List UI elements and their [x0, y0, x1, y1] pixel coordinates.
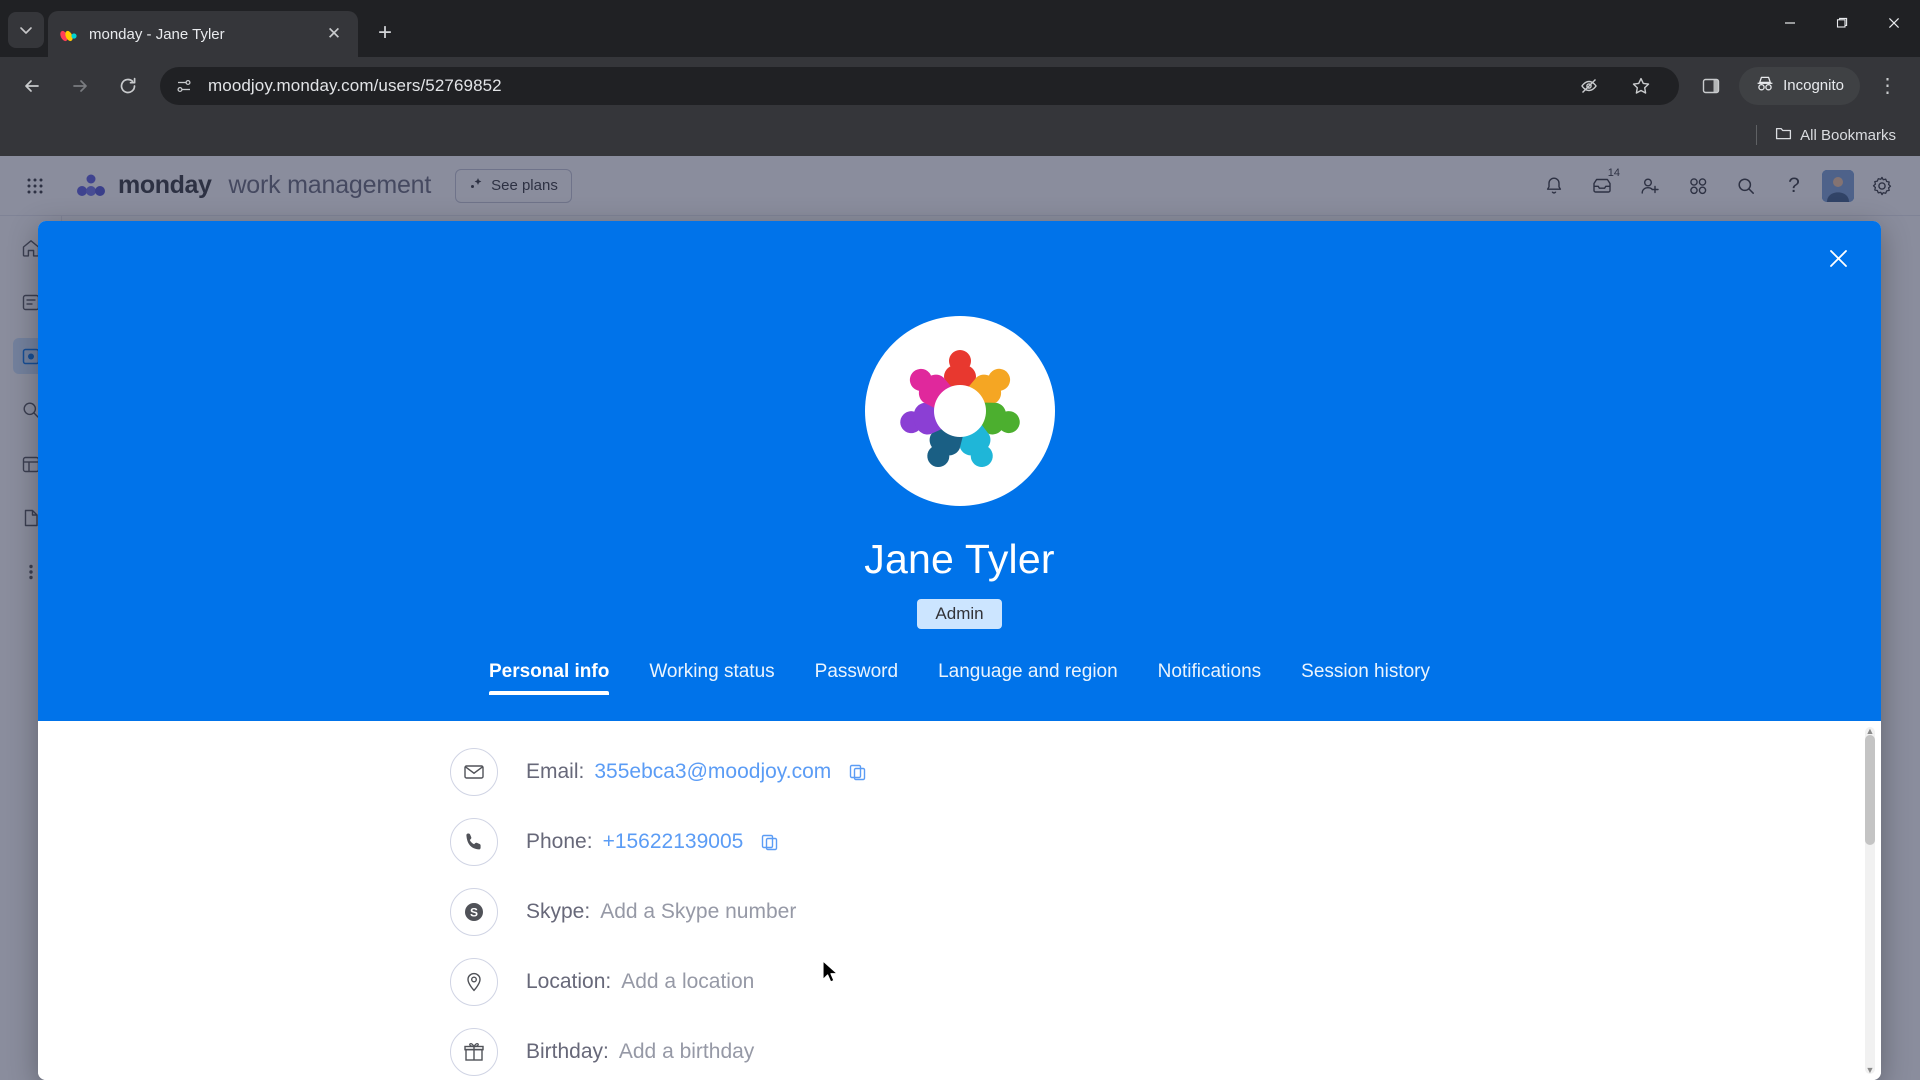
info-label-email: Email:: [526, 760, 585, 783]
browser-toolbar: moodjoy.monday.com/users/52769852 Incogn…: [0, 57, 1920, 114]
bookmarks-divider: [1756, 125, 1758, 145]
copy-icon[interactable]: [845, 760, 869, 784]
tab-notifications[interactable]: Notifications: [1158, 661, 1262, 695]
scroll-down-arrow[interactable]: ▼: [1865, 1064, 1875, 1076]
new-tab-button[interactable]: +: [368, 16, 402, 50]
info-row-skype[interactable]: S Skype: Add a Skype number: [442, 877, 1881, 947]
tab-password[interactable]: Password: [815, 661, 898, 695]
tab-session-history[interactable]: Session history: [1301, 661, 1430, 695]
info-label-skype: Skype:: [526, 900, 591, 923]
email-icon: [450, 748, 498, 796]
info-label-location: Location:: [526, 970, 612, 993]
folder-icon: [1775, 125, 1792, 146]
modal-scrollbar[interactable]: ▲ ▼: [1865, 726, 1875, 1076]
reload-button[interactable]: [108, 66, 148, 106]
browser-window: monday - Jane Tyler ✕ + moodjoy.monday.c…: [0, 0, 1920, 1080]
monday-favicon: [60, 25, 78, 43]
profile-modal-body: Email: 355ebca3@moodjoy.com Phone: +1562…: [38, 721, 1881, 1080]
all-bookmarks-button[interactable]: All Bookmarks: [1767, 121, 1904, 150]
location-pin-icon: [450, 958, 498, 1006]
tab-personal-info[interactable]: Personal info: [488, 661, 610, 695]
window-controls: [1764, 0, 1920, 46]
info-value-email[interactable]: 355ebca3@moodjoy.com: [594, 760, 831, 784]
tab-language-and-region[interactable]: Language and region: [938, 661, 1118, 695]
page-settings-icon[interactable]: [170, 72, 198, 100]
info-text-location: Location: Add a location: [526, 970, 754, 994]
profile-tabs: Personal info Working status Password La…: [488, 661, 1430, 695]
info-row-phone[interactable]: Phone: +15622139005: [442, 807, 1881, 877]
svg-text:S: S: [470, 906, 478, 920]
body-left-spacer: [38, 721, 442, 1080]
info-value-birthday[interactable]: Add a birthday: [619, 1040, 754, 1064]
profile-modal: Jane Tyler Admin Personal info Working s…: [38, 221, 1881, 1080]
info-row-email[interactable]: Email: 355ebca3@moodjoy.com: [442, 737, 1881, 807]
info-label-phone: Phone:: [526, 830, 593, 853]
eye-slash-icon[interactable]: [1569, 66, 1609, 106]
tab-title: monday - Jane Tyler: [89, 25, 225, 43]
maximize-button[interactable]: [1816, 0, 1868, 46]
gift-icon: [450, 1028, 498, 1076]
side-panel-icon[interactable]: [1691, 66, 1731, 106]
info-value-skype[interactable]: Add a Skype number: [600, 900, 796, 924]
personal-info-list: Email: 355ebca3@moodjoy.com Phone: +1562…: [442, 721, 1881, 1080]
browser-menu-button[interactable]: ⋮: [1868, 66, 1908, 106]
skype-icon: S: [450, 888, 498, 936]
incognito-icon: [1755, 74, 1775, 98]
close-window-button[interactable]: [1868, 0, 1920, 46]
bookmarks-bar: All Bookmarks: [0, 114, 1920, 156]
info-label-birthday: Birthday:: [526, 1040, 609, 1063]
browser-tab[interactable]: monday - Jane Tyler ✕: [48, 11, 358, 57]
tab-close-icon[interactable]: ✕: [322, 22, 346, 46]
scrollbar-thumb[interactable]: [1865, 735, 1875, 845]
info-text-birthday: Birthday: Add a birthday: [526, 1040, 754, 1064]
info-text-email: Email: 355ebca3@moodjoy.com: [526, 760, 869, 784]
info-row-birthday[interactable]: Birthday: Add a birthday: [442, 1017, 1881, 1080]
back-button[interactable]: [12, 66, 52, 106]
forward-button[interactable]: [60, 66, 100, 106]
all-bookmarks-label: All Bookmarks: [1800, 126, 1896, 144]
info-row-location[interactable]: Location: Add a location: [442, 947, 1881, 1017]
page-title: Jane Tyler: [864, 536, 1055, 582]
star-icon[interactable]: [1621, 66, 1661, 106]
incognito-label: Incognito: [1783, 77, 1844, 94]
profile-modal-header: Jane Tyler Admin Personal info Working s…: [38, 221, 1881, 721]
address-bar-url[interactable]: moodjoy.monday.com/users/52769852: [208, 76, 1565, 96]
info-text-skype: Skype: Add a Skype number: [526, 900, 796, 924]
tab-search-button[interactable]: [8, 12, 44, 48]
tab-working-status[interactable]: Working status: [649, 661, 774, 695]
incognito-profile-button[interactable]: Incognito: [1739, 66, 1860, 105]
minimize-button[interactable]: [1764, 0, 1816, 46]
address-bar[interactable]: moodjoy.monday.com/users/52769852: [160, 66, 1680, 106]
info-value-location[interactable]: Add a location: [621, 970, 754, 994]
info-text-phone: Phone: +15622139005: [526, 830, 781, 854]
info-value-phone[interactable]: +15622139005: [603, 830, 744, 854]
profile-avatar-people-circle[interactable]: [864, 316, 1055, 506]
status-badge: Admin: [917, 599, 1002, 629]
copy-icon[interactable]: [757, 830, 781, 854]
tab-strip: monday - Jane Tyler ✕ +: [0, 0, 1920, 57]
close-icon[interactable]: [1821, 241, 1855, 275]
phone-icon: [450, 818, 498, 866]
